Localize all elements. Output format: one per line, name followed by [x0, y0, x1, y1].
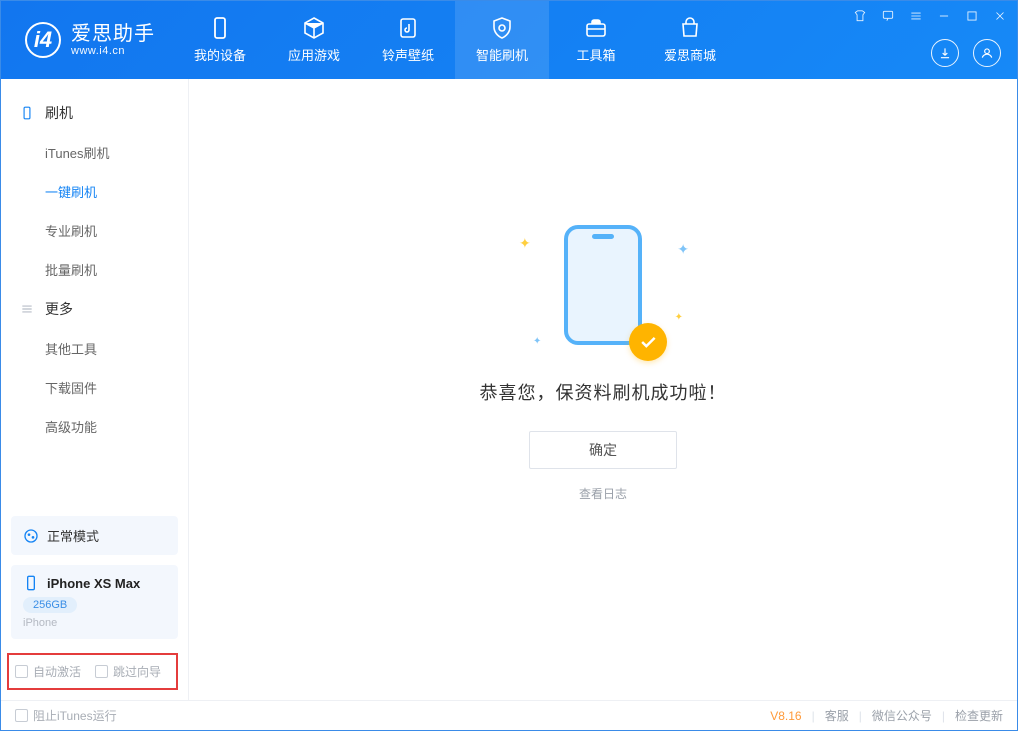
checkbox-label: 自动激活 — [33, 663, 81, 680]
phone-small-icon — [19, 105, 35, 121]
checkbox-icon — [15, 709, 28, 722]
checkbox-skip-setup[interactable]: 跳过向导 — [95, 663, 161, 680]
maximize-button[interactable] — [963, 7, 981, 25]
music-file-icon — [396, 16, 420, 40]
cube-icon — [302, 16, 326, 40]
main-content: ✦ ✦ ✦ ✦ 恭喜您，保资料刷机成功啦！ 确定 查看日志 — [189, 79, 1017, 700]
sidebar-item-firmware[interactable]: 下载固件 — [1, 368, 188, 407]
nav-label: 我的设备 — [194, 45, 246, 64]
wechat-link[interactable]: 微信公众号 — [872, 707, 932, 724]
feedback-icon[interactable] — [879, 7, 897, 25]
success-message: 恭喜您，保资料刷机成功啦！ — [480, 379, 727, 405]
nav-store[interactable]: 爱思商城 — [643, 1, 737, 79]
sidebar-cat-label: 更多 — [45, 299, 73, 319]
sidebar: 刷机 iTunes刷机 一键刷机 专业刷机 批量刷机 更多 其他工具 下载固件 … — [1, 79, 189, 700]
device-mode-card[interactable]: 正常模式 — [11, 516, 178, 555]
app-title: 爱思助手 — [71, 23, 155, 45]
ok-button[interactable]: 确定 — [529, 431, 677, 469]
nav-label: 工具箱 — [576, 45, 615, 64]
device-storage-badge: 256GB — [23, 597, 77, 613]
checkbox-label: 跳过向导 — [113, 663, 161, 680]
sparkle-icon: ✦ — [519, 235, 531, 252]
close-button[interactable] — [991, 7, 1009, 25]
checkbox-icon — [15, 665, 28, 678]
skin-icon[interactable] — [851, 7, 869, 25]
app-subtitle: www.i4.cn — [71, 45, 155, 57]
nav-flash[interactable]: 智能刷机 — [455, 1, 549, 79]
sidebar-item-itunes-flash[interactable]: iTunes刷机 — [1, 133, 188, 172]
nav-toolbox[interactable]: 工具箱 — [549, 1, 643, 79]
status-bar: 阻止iTunes运行 V8.16 | 客服 | 微信公众号 | 检查更新 — [1, 700, 1017, 730]
check-update-link[interactable]: 检查更新 — [955, 707, 1003, 724]
user-icon[interactable] — [973, 39, 1001, 67]
app-header: i4 爱思助手 www.i4.cn 我的设备 应用游戏 铃声壁纸 智能刷机 工具… — [1, 1, 1017, 79]
sidebar-category-more: 更多 — [1, 289, 188, 329]
nav-label: 应用游戏 — [288, 45, 340, 64]
sidebar-item-advanced[interactable]: 高级功能 — [1, 407, 188, 446]
phone-illustration-icon — [564, 225, 642, 345]
nav-label: 智能刷机 — [476, 45, 528, 64]
header-action-icons — [931, 39, 1001, 67]
mode-label: 正常模式 — [47, 526, 99, 545]
sidebar-category-flash: 刷机 — [1, 93, 188, 133]
sidebar-item-oneclick-flash[interactable]: 一键刷机 — [1, 172, 188, 211]
device-info-card[interactable]: iPhone XS Max 256GB iPhone — [11, 565, 178, 639]
success-check-icon — [629, 323, 667, 361]
toolbox-icon — [584, 16, 608, 40]
version-label: V8.16 — [770, 709, 801, 723]
nav-label: 铃声壁纸 — [382, 45, 434, 64]
highlighted-options-box: 自动激活 跳过向导 — [7, 653, 178, 690]
shield-refresh-icon — [490, 16, 514, 40]
checkbox-block-itunes[interactable]: 阻止iTunes运行 — [15, 707, 117, 724]
phone-icon — [208, 16, 232, 40]
support-link[interactable]: 客服 — [825, 707, 849, 724]
logo-area: i4 爱思助手 www.i4.cn — [1, 1, 173, 79]
device-name: iPhone XS Max — [47, 576, 140, 591]
sidebar-item-batch-flash[interactable]: 批量刷机 — [1, 250, 188, 289]
sidebar-item-pro-flash[interactable]: 专业刷机 — [1, 211, 188, 250]
bag-icon — [678, 16, 702, 40]
logo-icon: i4 — [25, 22, 61, 58]
device-type: iPhone — [23, 617, 166, 629]
minimize-button[interactable] — [935, 7, 953, 25]
sparkle-icon: ✦ — [677, 241, 689, 258]
nav-ringtones[interactable]: 铃声壁纸 — [361, 1, 455, 79]
checkbox-auto-activate[interactable]: 自动激活 — [15, 663, 81, 680]
sidebar-cat-label: 刷机 — [45, 103, 73, 123]
view-log-link[interactable]: 查看日志 — [579, 485, 627, 502]
menu-icon[interactable] — [907, 7, 925, 25]
checkbox-label: 阻止iTunes运行 — [33, 707, 117, 724]
sparkle-icon: ✦ — [675, 312, 683, 323]
checkbox-icon — [95, 665, 108, 678]
list-icon — [19, 301, 35, 317]
nav-label: 爱思商城 — [664, 45, 716, 64]
download-icon[interactable] — [931, 39, 959, 67]
success-illustration: ✦ ✦ ✦ ✦ — [513, 217, 693, 357]
sparkle-icon: ✦ — [533, 336, 541, 347]
top-nav: 我的设备 应用游戏 铃声壁纸 智能刷机 工具箱 爱思商城 — [173, 1, 737, 79]
window-controls — [851, 7, 1009, 25]
sidebar-item-other-tools[interactable]: 其他工具 — [1, 329, 188, 368]
nav-my-device[interactable]: 我的设备 — [173, 1, 267, 79]
nav-apps[interactable]: 应用游戏 — [267, 1, 361, 79]
